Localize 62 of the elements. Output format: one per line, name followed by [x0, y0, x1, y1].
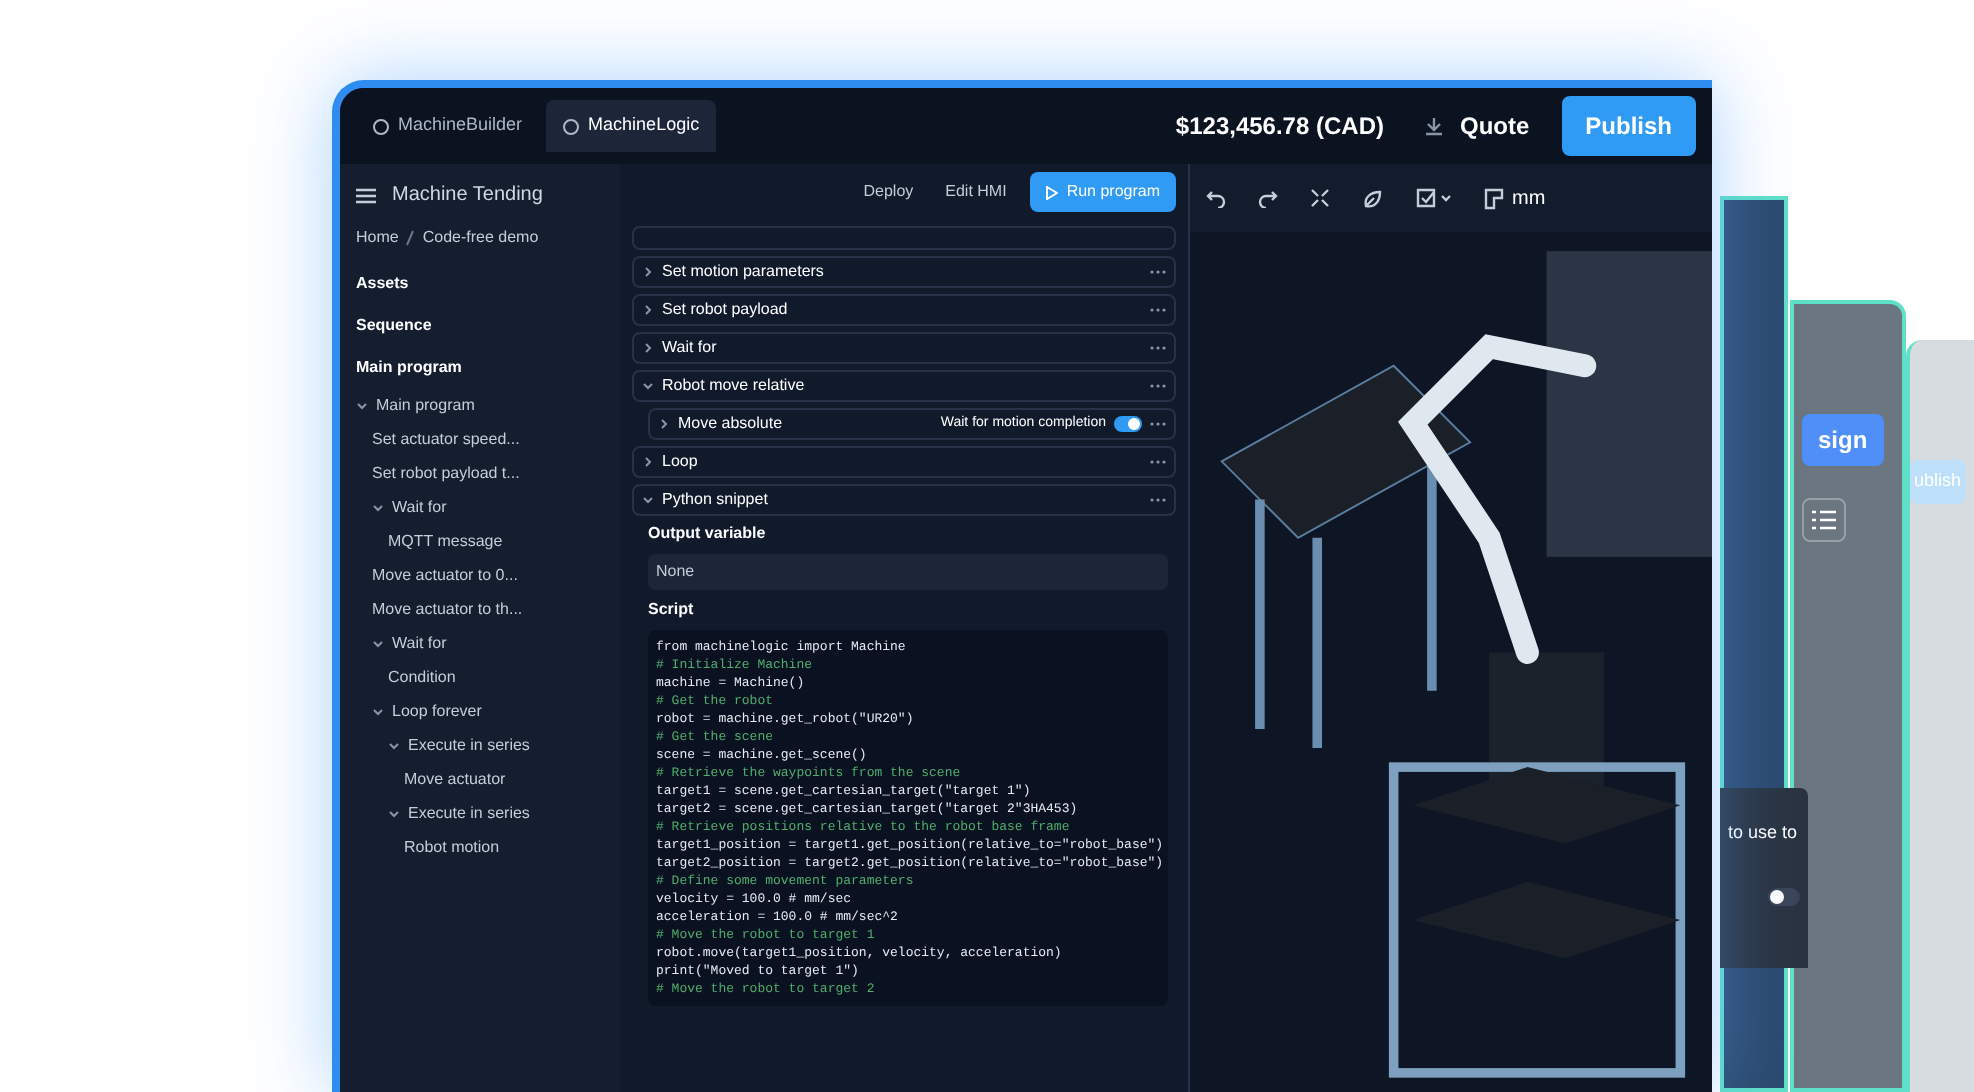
program-block[interactable]: Python snippet	[632, 484, 1176, 516]
download-icon[interactable]	[1423, 116, 1444, 136]
list-icon[interactable]	[1802, 498, 1846, 542]
tree-item[interactable]: MQTT message	[356, 528, 604, 556]
caret-icon[interactable]	[372, 638, 384, 650]
breadcrumb-link[interactable]: Home	[356, 226, 399, 250]
menu-icon[interactable]	[356, 187, 376, 203]
price-total: $123,456.78 (CAD)	[1175, 110, 1384, 144]
tree-item[interactable]: Wait for	[356, 630, 604, 658]
section-heading[interactable]: Main program	[356, 350, 604, 386]
program-block[interactable]: Loop	[632, 446, 1176, 478]
tree-item[interactable]: Robot motion	[356, 834, 604, 862]
program-block[interactable]: Set motion parameters	[632, 256, 1176, 288]
caret-icon[interactable]	[388, 808, 400, 820]
caret-icon[interactable]	[642, 380, 654, 392]
separator-icon	[406, 230, 415, 246]
leaf-icon[interactable]	[1362, 187, 1384, 209]
caret-icon[interactable]	[642, 342, 654, 354]
tree-item[interactable]: Wait for	[356, 494, 604, 522]
play-icon	[1046, 185, 1059, 199]
caret-icon[interactable]	[642, 456, 654, 468]
toggle-switch[interactable]	[1768, 887, 1800, 905]
caret-icon[interactable]	[642, 494, 654, 506]
project-title: Machine Tending	[392, 182, 543, 210]
tree-item[interactable]: Move actuator to th...	[356, 596, 604, 624]
caret-icon[interactable]	[658, 418, 670, 430]
tree-item[interactable]: Condition	[356, 664, 604, 692]
checkbox-dropdown-icon[interactable]	[1416, 188, 1452, 208]
undo-icon[interactable]	[1206, 188, 1226, 208]
breadcrumb-link[interactable]: Code-free demo	[422, 226, 539, 250]
program-block[interactable]: Set robot payload	[632, 294, 1176, 326]
tree-item[interactable]: Set robot payload t...	[356, 460, 604, 488]
output-variable-field[interactable]: None	[648, 554, 1168, 590]
field-label: Output variable	[648, 522, 768, 546]
tree-item[interactable]: Loop forever	[356, 698, 604, 726]
card-text: to use to	[1728, 820, 1800, 846]
caret-icon[interactable]	[356, 400, 368, 412]
caret-icon[interactable]	[642, 304, 654, 316]
redo-icon[interactable]	[1258, 188, 1278, 208]
action-button[interactable]: Deploy	[855, 180, 922, 204]
tree-item[interactable]: Main program	[356, 392, 604, 420]
collapse-icon[interactable]	[1310, 188, 1330, 208]
caret-icon[interactable]	[372, 502, 384, 514]
tab[interactable]: MachineLogic	[546, 100, 716, 152]
caret-icon[interactable]	[388, 740, 400, 752]
tree-item[interactable]: Set actuator speed...	[356, 426, 604, 454]
caret-icon[interactable]	[372, 706, 384, 718]
program-block[interactable]: Robot move relative	[632, 370, 1176, 402]
ruler-icon[interactable]	[1484, 187, 1504, 209]
caret-icon[interactable]	[642, 266, 654, 278]
program-block[interactable]: Wait for	[632, 332, 1176, 364]
tree-item[interactable]: Move actuator	[356, 766, 604, 794]
quote-link[interactable]: Quote	[1459, 108, 1530, 144]
tree-item[interactable]: Move actuator to 0...	[356, 562, 604, 590]
field-label: Script	[648, 598, 696, 622]
tree-item[interactable]: Execute in series	[356, 732, 604, 760]
section-heading[interactable]: Sequence	[356, 308, 604, 344]
units-dropdown[interactable]: mm	[1512, 183, 1546, 213]
toggle-switch[interactable]	[1114, 416, 1142, 432]
action-button[interactable]: Edit HMI	[937, 180, 1015, 204]
section-heading[interactable]: Assets	[356, 266, 604, 302]
tree-item[interactable]: Execute in series	[356, 800, 604, 828]
